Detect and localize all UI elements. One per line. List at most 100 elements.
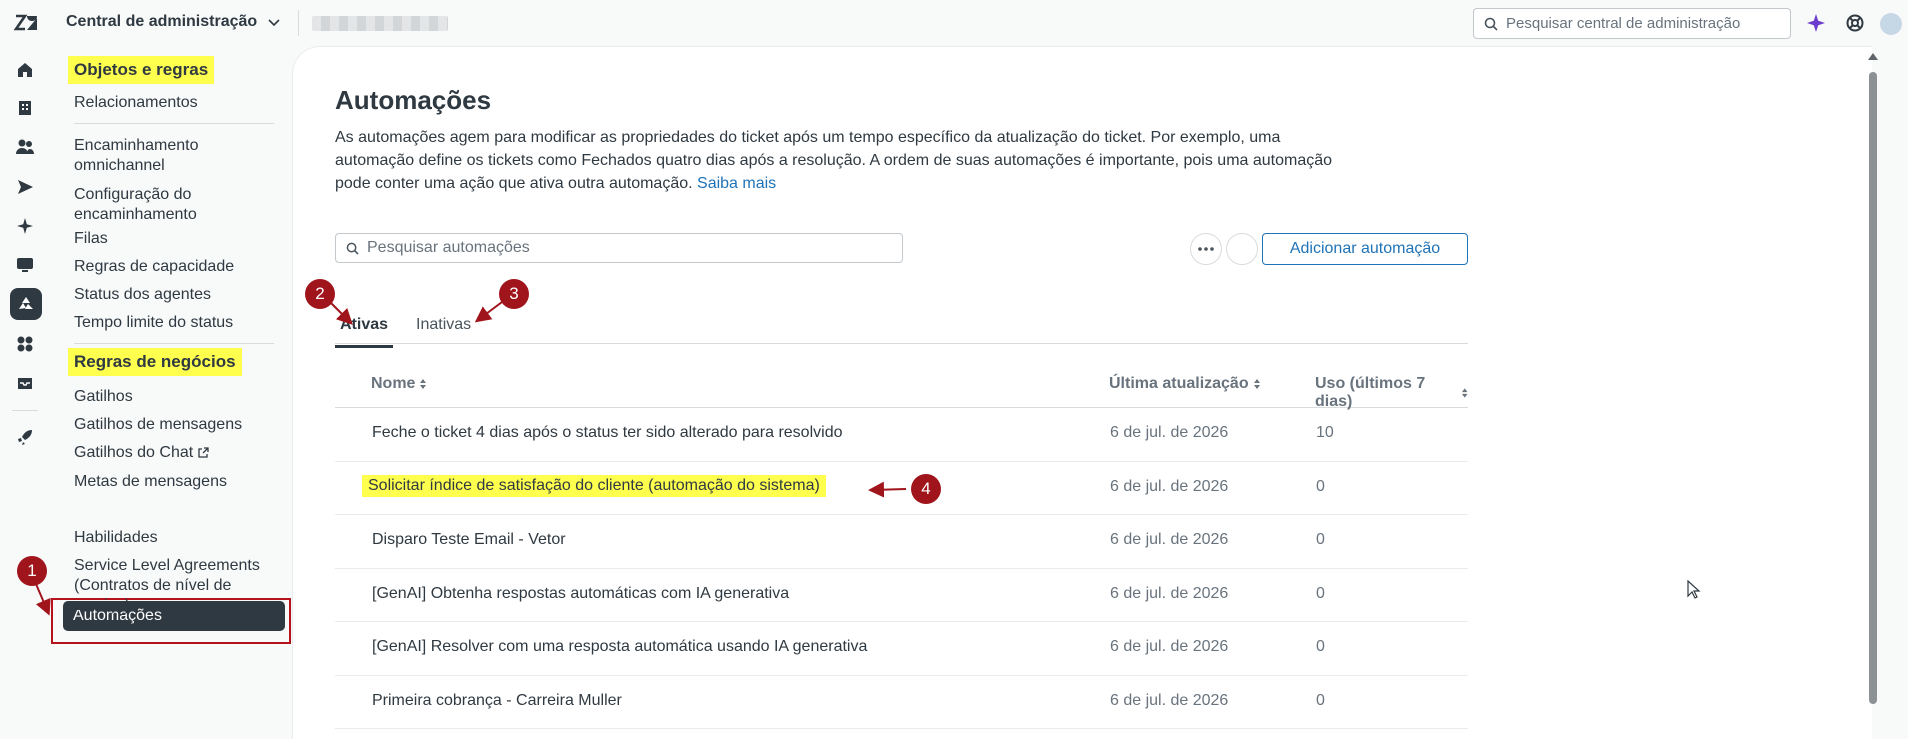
help-lifebuoy-icon[interactable] xyxy=(1845,13,1865,33)
product-icon-rail xyxy=(0,46,52,739)
product-name: Central de administração xyxy=(66,13,258,30)
secondary-action-button[interactable] xyxy=(1226,233,1258,265)
nav-item-regras-capacidade[interactable]: Regras de capacidade xyxy=(74,257,284,277)
nav-section-objects-rules: Objetos e regras xyxy=(68,56,215,84)
page-scrollbar[interactable] xyxy=(1866,52,1880,712)
rail-account[interactable] xyxy=(14,97,36,119)
scroll-up-arrow-icon[interactable] xyxy=(1867,52,1879,62)
column-header-updated[interactable]: Última atualização xyxy=(1109,375,1261,393)
row-updated: 6 de jul. de 2026 xyxy=(1110,477,1229,495)
nav-divider xyxy=(74,343,274,344)
nav-item-metas-mensagens[interactable]: Metas de mensagens xyxy=(74,472,284,492)
zendesk-logo-icon[interactable] xyxy=(14,13,38,33)
product-switcher[interactable]: Central de administração xyxy=(66,13,281,31)
row-name[interactable]: [GenAI] Obtenha respostas automáticas co… xyxy=(372,585,789,603)
rocket-icon xyxy=(18,430,32,445)
page-description: As automações agem para modificar as pro… xyxy=(335,126,1335,195)
inbox-icon xyxy=(18,378,32,389)
add-automation-button[interactable]: Adicionar automação xyxy=(1262,233,1468,265)
nav-item-config-encaminhamento[interactable]: Configuração do encaminhamento xyxy=(74,185,254,225)
send-icon xyxy=(18,180,33,194)
table-header: Nome Última atualização Uso (últimos 7 d… xyxy=(335,364,1468,411)
nav-item-gatilhos[interactable]: Gatilhos xyxy=(74,387,284,407)
row-usage: 0 xyxy=(1316,584,1325,602)
sort-icon xyxy=(420,379,427,389)
search-icon xyxy=(346,242,359,255)
rail-apps[interactable] xyxy=(14,333,36,355)
row-usage: 0 xyxy=(1316,691,1325,709)
row-name[interactable]: Feche o ticket 4 dias após o status ter … xyxy=(372,424,842,442)
nav-item-filas[interactable]: Filas xyxy=(74,229,284,249)
table-row[interactable]: [GenAI] Resolver com uma resposta automá… xyxy=(335,622,1468,676)
rail-divider xyxy=(12,410,38,411)
home-icon xyxy=(18,63,32,77)
user-avatar[interactable] xyxy=(1880,13,1902,35)
column-header-updated-label: Última atualização xyxy=(1109,375,1249,392)
ellipsis-icon xyxy=(1198,247,1214,251)
row-usage: 0 xyxy=(1316,638,1325,655)
row-name[interactable]: Solicitar índice de satisfação do client… xyxy=(362,474,826,497)
column-header-name-label: Nome xyxy=(371,375,416,392)
rail-people[interactable] xyxy=(14,136,36,158)
blurred-account-name xyxy=(312,16,448,31)
apps-grid-icon xyxy=(17,336,33,352)
nav-item-sla[interactable]: Service Level Agreements (Contratos de n… xyxy=(74,556,264,616)
rail-objects-rules[interactable] xyxy=(10,288,42,320)
external-link-icon xyxy=(198,447,209,458)
admin-search-input[interactable]: Pesquisar central de administração xyxy=(1473,8,1791,39)
tab-inactive[interactable]: Inativas xyxy=(416,316,471,334)
row-updated: 6 de jul. de 2026 xyxy=(1110,584,1229,602)
automations-search-input[interactable]: Pesquisar automações xyxy=(335,233,903,263)
annotation-badge-1: 1 xyxy=(17,556,47,586)
column-header-name[interactable]: Nome xyxy=(371,375,427,393)
table-row[interactable]: Solicitar índice de satisfação do client… xyxy=(335,462,1468,515)
table-row[interactable]: Primeira cobrança - Carreira Muller 6 de… xyxy=(335,676,1468,729)
status-tabs: Ativas Inativas xyxy=(334,307,1468,348)
column-header-usage[interactable]: Uso (últimos 7 dias) xyxy=(1315,375,1468,411)
row-updated: 6 de jul. de 2026 xyxy=(1110,424,1229,441)
sparkle-icon xyxy=(17,218,33,234)
row-usage: 0 xyxy=(1316,477,1325,495)
mouse-cursor-icon xyxy=(1687,580,1701,599)
nav-item-tempo-limite[interactable]: Tempo limite do status xyxy=(74,313,284,333)
nav-item-relacionamentos[interactable]: Relacionamentos xyxy=(74,93,284,113)
rail-inbox[interactable] xyxy=(14,372,36,394)
rail-home[interactable] xyxy=(14,59,36,81)
ai-sparkle-icon[interactable] xyxy=(1806,13,1826,33)
rail-workspaces[interactable] xyxy=(14,254,36,276)
annotation-badge-2: 2 xyxy=(305,279,335,309)
automations-table: Nome Última atualização Uso (últimos 7 d… xyxy=(335,364,1468,729)
more-options-button[interactable] xyxy=(1190,233,1222,265)
nav-item-habilidades[interactable]: Habilidades xyxy=(74,528,284,548)
scrollbar-thumb[interactable] xyxy=(1869,72,1877,704)
rail-getting-started[interactable] xyxy=(14,426,36,448)
side-navigation: Objetos e regras Relacionamentos Encamin… xyxy=(51,46,292,739)
sort-icon xyxy=(1461,388,1468,398)
description-text: As automações agem para modificar as pro… xyxy=(335,129,1333,192)
row-updated: 6 de jul. de 2026 xyxy=(1110,531,1229,548)
row-usage: 0 xyxy=(1316,531,1325,548)
nav-heading-encaminhamento[interactable]: Encaminhamento omnichannel xyxy=(74,136,274,176)
rail-ai[interactable] xyxy=(14,215,36,237)
column-header-usage-label: Uso (últimos 7 dias) xyxy=(1315,375,1426,410)
nav-item-status-agentes[interactable]: Status dos agentes xyxy=(74,285,284,305)
admin-search-placeholder: Pesquisar central de administração xyxy=(1506,15,1741,32)
annotation-badge-3: 3 xyxy=(499,279,529,309)
row-updated: 6 de jul. de 2026 xyxy=(1110,638,1229,655)
row-name[interactable]: Disparo Teste Email - Vetor xyxy=(372,531,566,549)
rail-channels[interactable] xyxy=(14,176,36,198)
table-row[interactable]: [GenAI] Obtenha respostas automáticas co… xyxy=(335,569,1468,622)
tab-active[interactable]: Ativas xyxy=(334,316,394,348)
nav-item-gatilhos-chat[interactable]: Gatilhos do Chat xyxy=(74,443,284,463)
learn-more-link[interactable]: Saiba mais xyxy=(697,175,776,192)
nav-divider xyxy=(74,123,274,124)
table-row[interactable]: Disparo Teste Email - Vetor 6 de jul. de… xyxy=(335,515,1468,569)
nav-item-gatilhos-chat-label: Gatilhos do Chat xyxy=(74,444,194,461)
nav-item-gatilhos-mensagens[interactable]: Gatilhos de mensagens xyxy=(74,415,284,435)
row-name[interactable]: Primeira cobrança - Carreira Muller xyxy=(372,692,622,710)
building-icon xyxy=(19,101,31,115)
row-name[interactable]: [GenAI] Resolver com uma resposta automá… xyxy=(372,638,867,656)
table-row[interactable]: Feche o ticket 4 dias após o status ter … xyxy=(335,408,1468,462)
search-icon xyxy=(1484,17,1498,31)
nav-section-business-rules: Regras de negócios xyxy=(68,348,242,376)
